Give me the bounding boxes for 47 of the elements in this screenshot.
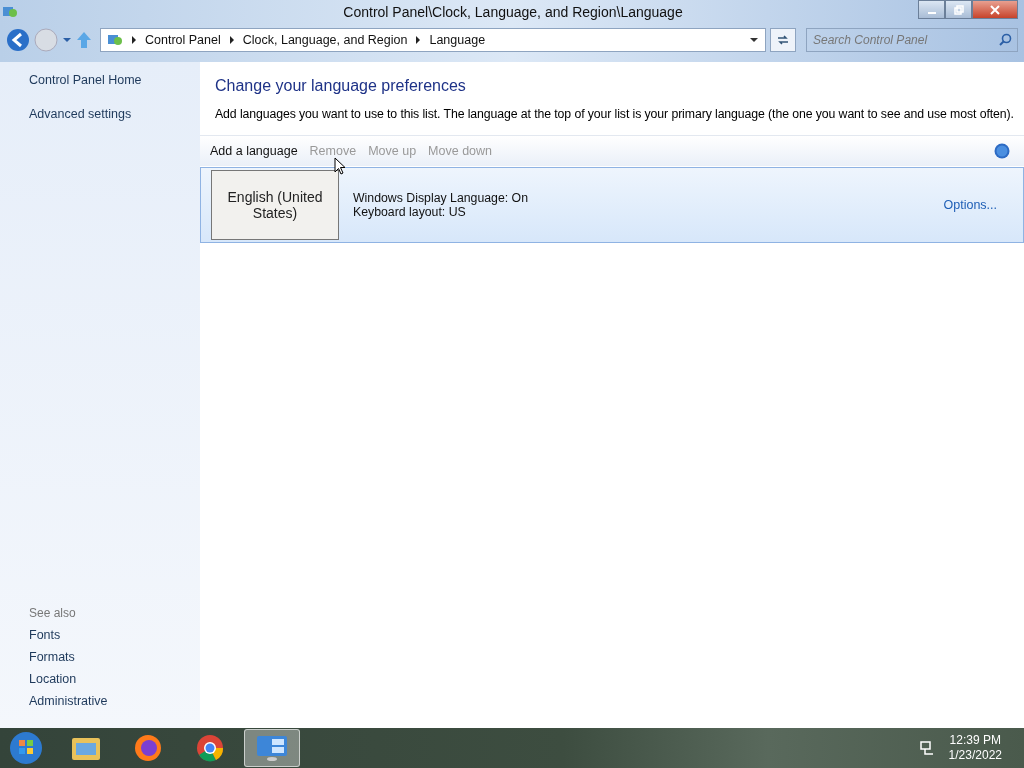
chevron-icon[interactable] xyxy=(131,36,137,44)
close-button[interactable] xyxy=(972,0,1018,19)
sidebar-link[interactable]: Control Panel Home xyxy=(29,73,200,87)
language-name: English (United States) xyxy=(211,170,339,240)
breadcrumb-item[interactable]: Clock, Language, and Region xyxy=(242,33,408,47)
minimize-icon xyxy=(927,11,936,14)
search-field[interactable]: Search Control Panel xyxy=(806,28,1018,52)
see-also-link[interactable]: Administrative xyxy=(29,694,200,708)
breadcrumb-item[interactable]: Control Panel xyxy=(145,33,221,47)
folder-icon xyxy=(71,735,101,761)
language-detail: Windows Display Language: On xyxy=(353,191,528,205)
restore-icon xyxy=(953,4,964,15)
refresh-icon xyxy=(776,33,790,47)
see-also-link[interactable]: Fonts xyxy=(29,628,200,642)
taskbar-app[interactable] xyxy=(244,729,300,767)
close-icon xyxy=(990,4,1000,15)
chevron-icon[interactable] xyxy=(415,36,422,44)
window-title: Control Panel\Clock, Language, and Region\Language xyxy=(343,4,683,20)
minimize-button[interactable] xyxy=(918,0,945,19)
control-panel-icon xyxy=(2,4,18,20)
back-button[interactable] xyxy=(6,28,30,52)
clock-date: 1/23/2022 xyxy=(948,748,1002,763)
see-also-link[interactable]: Location xyxy=(29,672,200,686)
clock[interactable]: 12:39 PM 1/23/2022 xyxy=(948,733,1002,763)
browser-icon xyxy=(195,733,225,763)
browser-icon xyxy=(133,733,163,763)
dropdown-icon[interactable] xyxy=(749,36,759,44)
options-link[interactable]: Options... xyxy=(943,198,997,212)
control-panel-icon xyxy=(107,32,123,48)
chevron-icon[interactable] xyxy=(228,36,235,44)
search-icon xyxy=(999,33,1012,46)
sidebar-link[interactable]: Advanced settings xyxy=(29,107,200,121)
description: Add languages you want to use to this list. The language at the top of your list is your primary language (the one you want to see and use most often). xyxy=(215,107,1015,121)
control-panel-icon xyxy=(256,734,288,762)
see-also-link[interactable]: Formats xyxy=(29,650,200,664)
language-row[interactable]: English (United States) Windows Display Language: On Keyboard layout: US Options... xyxy=(200,167,1024,243)
see-also-heading: See also xyxy=(29,606,77,620)
language-detail: Keyboard layout: US xyxy=(353,205,467,219)
clock-time: 12:39 PM xyxy=(949,733,1001,748)
address-bar[interactable]: Control Panel Clock, Language, and Region Language xyxy=(100,28,766,52)
page-heading: Change your language preferences xyxy=(215,77,467,95)
restore-button[interactable] xyxy=(945,0,972,19)
toolbar-button[interactable]: Add a language xyxy=(206,144,302,158)
cursor-icon xyxy=(334,157,346,175)
refresh-button[interactable] xyxy=(770,28,796,52)
network-icon[interactable] xyxy=(918,740,935,756)
breadcrumb-item[interactable]: Language xyxy=(429,33,486,47)
